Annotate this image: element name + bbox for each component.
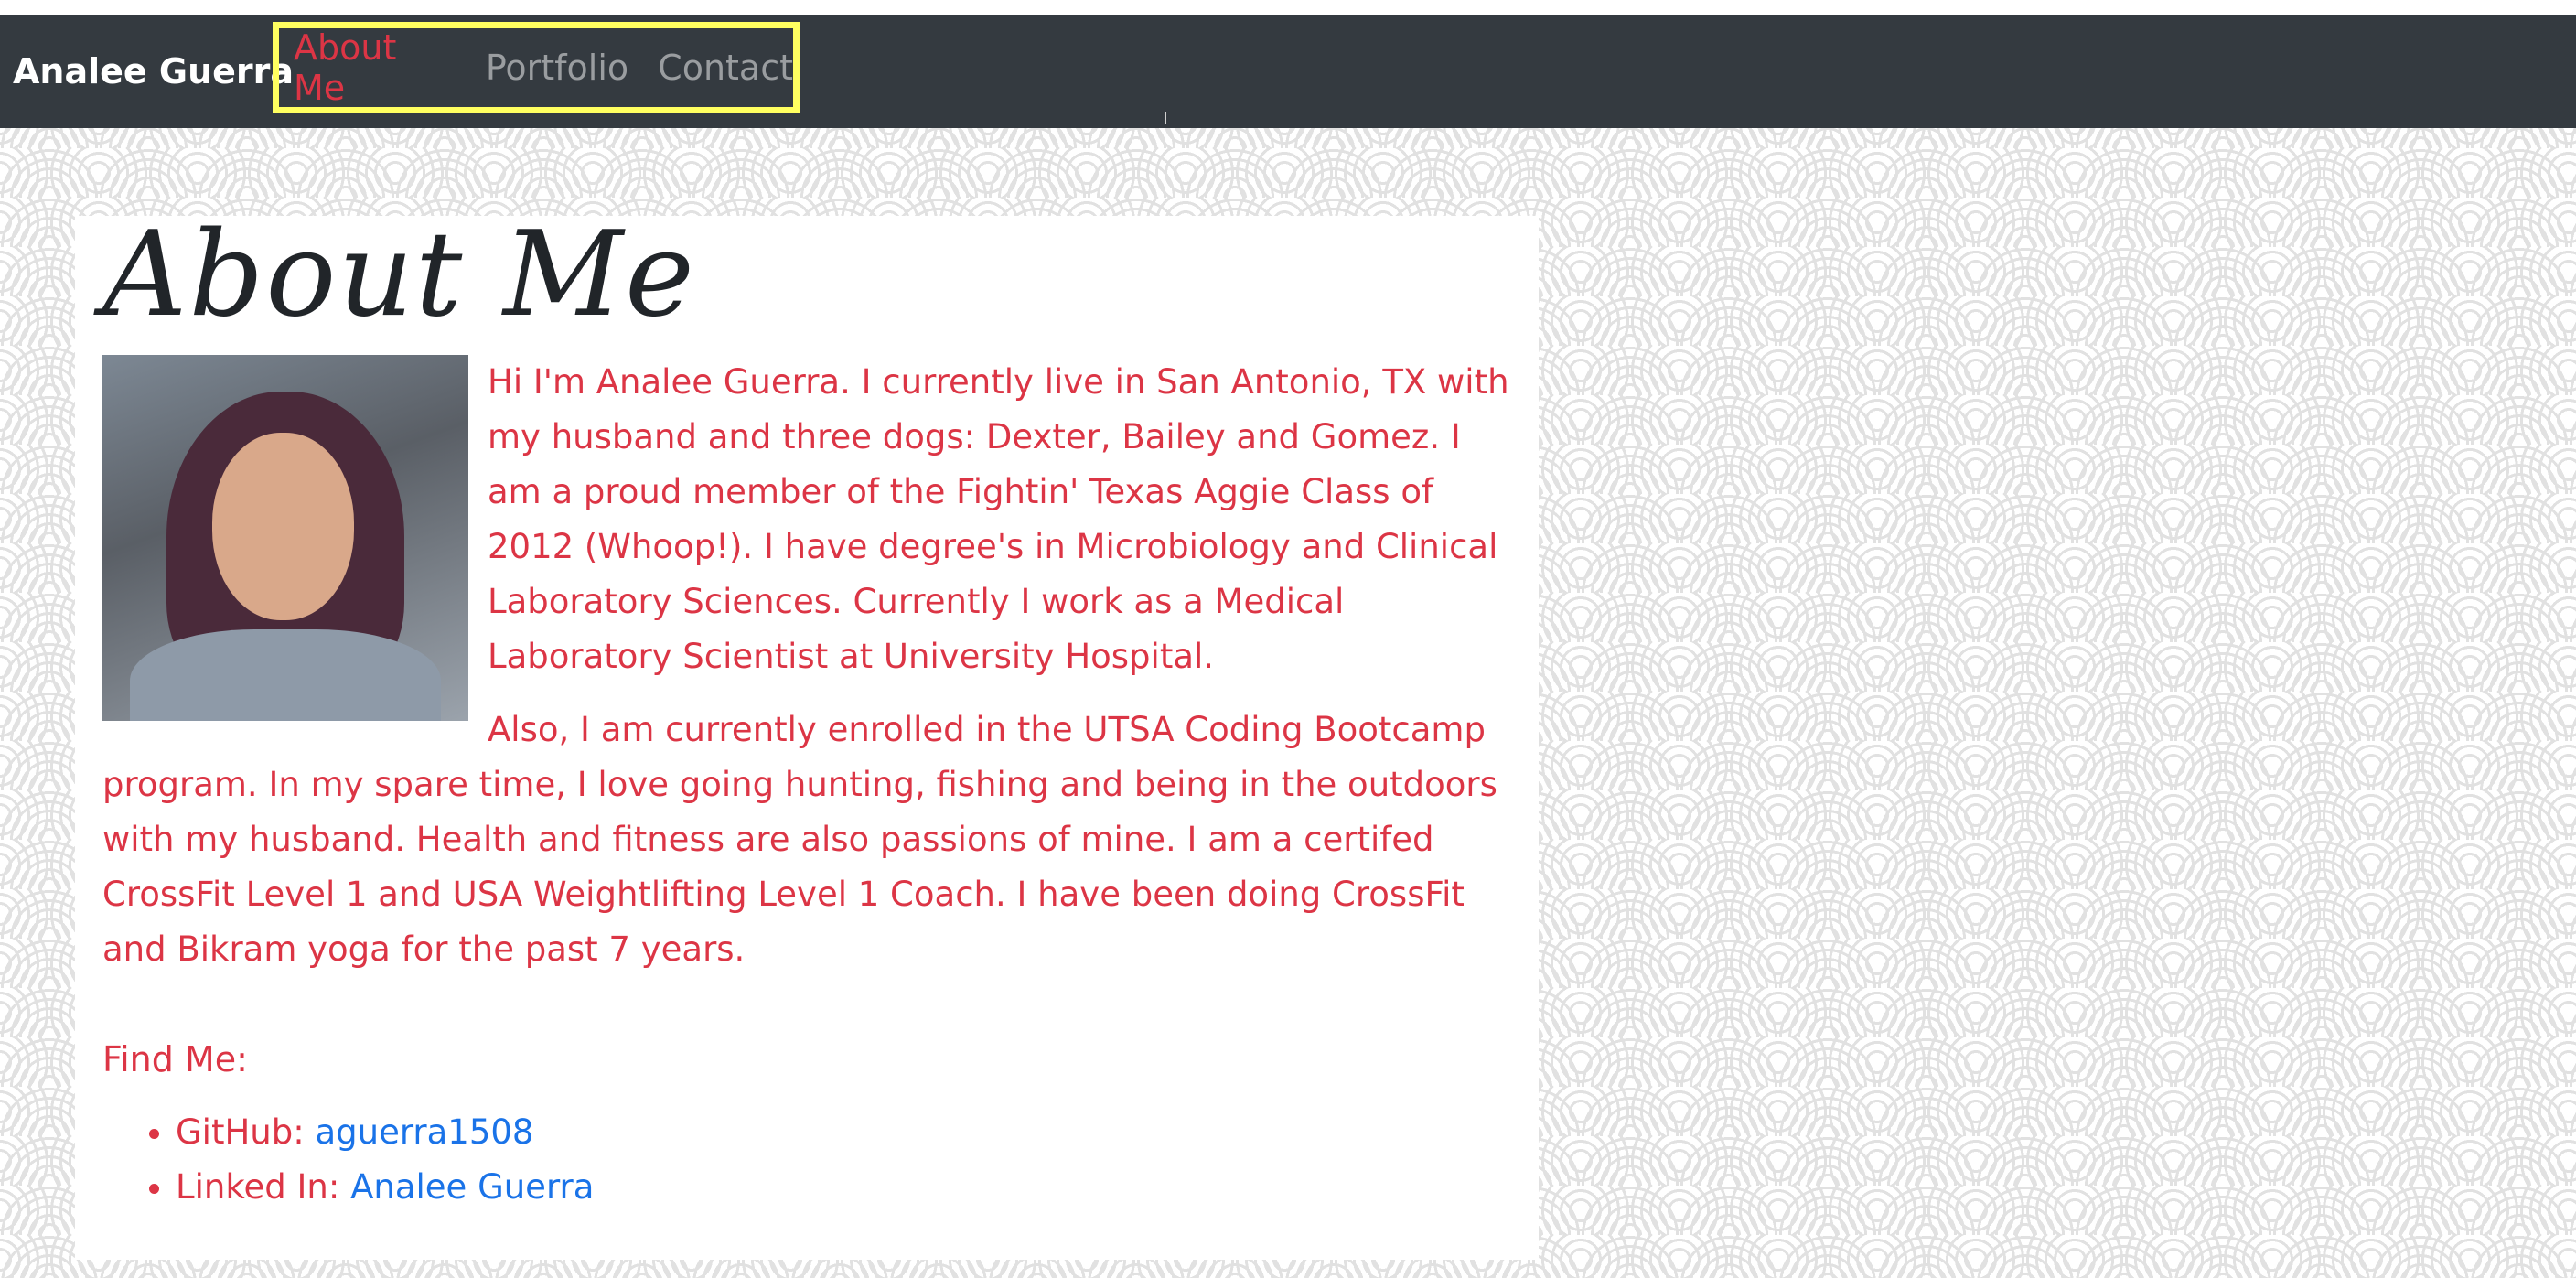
- profile-photo: [102, 355, 468, 721]
- nav-links: About Me Portfolio Contact: [273, 22, 800, 113]
- top-strip: [0, 0, 2576, 15]
- navbar: Analee Guerra About Me Portfolio Contact: [0, 15, 2576, 128]
- linkedin-link[interactable]: Analee Guerra: [350, 1167, 594, 1207]
- bio-paragraph-2: Also, I am currently enrolled in the UTS…: [102, 710, 1497, 969]
- list-item-linkedin: Linked In: Analee Guerra: [176, 1160, 594, 1215]
- nav-link-about-me[interactable]: About Me: [294, 27, 456, 108]
- about-card: About Me Hi I'm Analee Guerra. I current…: [75, 207, 1539, 1260]
- text-cursor: [1165, 112, 1166, 124]
- brand-link[interactable]: Analee Guerra: [13, 15, 294, 128]
- find-me-list: GitHub: aguerra1508 Linked In: Analee Gu…: [102, 1105, 594, 1215]
- list-item-github: GitHub: aguerra1508: [176, 1105, 594, 1160]
- page-title: About Me: [102, 207, 696, 343]
- github-link[interactable]: aguerra1508: [315, 1112, 533, 1152]
- nav-link-contact[interactable]: Contact: [658, 48, 793, 88]
- linkedin-label: Linked In:: [176, 1167, 351, 1207]
- nav-link-portfolio[interactable]: Portfolio: [486, 48, 628, 88]
- github-label: GitHub:: [176, 1112, 316, 1152]
- find-me-heading: Find Me:: [102, 1039, 248, 1079]
- bio-section: Hi I'm Analee Guerra. I currently live i…: [102, 355, 1516, 995]
